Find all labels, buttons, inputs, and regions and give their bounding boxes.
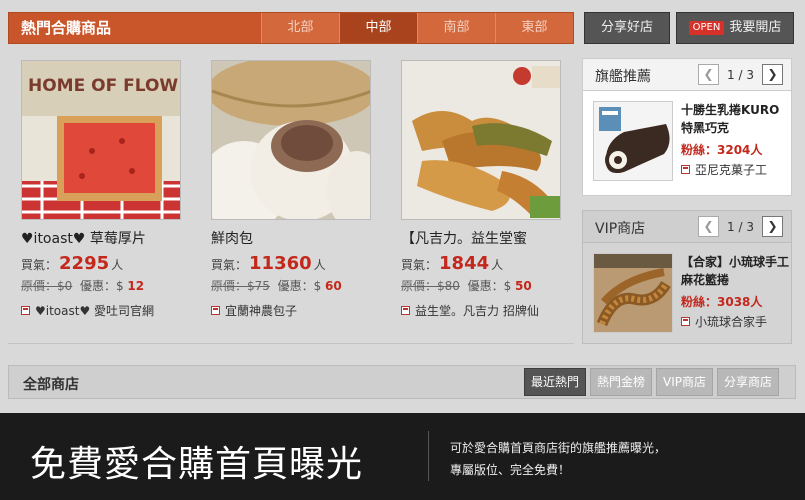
featured-panel-header: 旗艦推薦 ❮ 1 / 3 ❯ — [583, 59, 791, 91]
chevron-left-icon[interactable]: ❮ — [698, 216, 720, 237]
promo-banner[interactable]: 免費愛合購首頁曝光 可於愛合購首頁商店街的旗艦推薦曝光， 專屬版位、完全免費！ — [0, 413, 805, 500]
product-image-dessert[interactable] — [401, 60, 561, 220]
popularity-value: 1844 — [439, 253, 490, 274]
store-name: 宜蘭神農包子 — [225, 304, 298, 318]
orig-price: $0 — [57, 279, 73, 293]
discount-label: 優惠：$ — [277, 279, 322, 293]
discount-label: 優惠：$ — [467, 279, 512, 293]
vip-panel: VIP商店 ❮ 1 / 3 ❯ 【合家】小琉球手工麻花籃捲 粉絲：3038人 小… — [582, 210, 792, 344]
open-store-label: 我要開店 — [729, 20, 782, 35]
orig-price-label: 原價： — [21, 279, 58, 293]
featured-store-name: 亞尼克菓子工 — [695, 163, 768, 177]
vip-item-image[interactable] — [593, 253, 673, 333]
hot-products-bar: 熱門合購商品 北部 中部 南部 東部 — [8, 12, 574, 44]
product-card[interactable]: 【凡吉力。益生堂蜜 買氣： 1844 人 原價：$80 優惠：$ 50 益生堂。凡吉… — [401, 60, 574, 319]
promo-line-1: 可於愛合購首頁商店街的旗艦推薦曝光， — [450, 441, 667, 455]
product-price-row: 原價：$0 優惠：$ 12 — [21, 277, 196, 294]
vip-store[interactable]: 小琉球合家手 — [681, 313, 789, 331]
chevron-right-icon[interactable]: ❯ — [762, 216, 783, 237]
popularity-label: 買氣： — [211, 258, 248, 272]
open-store-button[interactable]: OPEN 我要開店 — [676, 12, 794, 44]
vip-pager: ❮ 1 / 3 ❯ — [698, 216, 783, 237]
all-stores-bar: 全部商店 最近熱門 熱門金榜 VIP商店 分享商店 — [8, 365, 796, 399]
store-icon — [401, 306, 410, 315]
vip-store-name: 小琉球合家手 — [695, 315, 768, 329]
product-card[interactable]: HOME OF FLOW ♥itoast♥ 草莓厚片 買氣： 2295 人 原價：$… — [21, 60, 196, 319]
product-popularity: 買氣： 1844 人 — [401, 253, 574, 274]
tab-region-north[interactable]: 北部 — [261, 13, 339, 43]
orig-price-label: 原價： — [211, 279, 248, 293]
discount-label: 優惠：$ — [79, 279, 124, 293]
tab-hot-ranking[interactable]: 熱門金榜 — [589, 368, 652, 396]
popularity-label: 買氣： — [21, 258, 58, 272]
store-icon — [211, 306, 220, 315]
product-popularity: 買氣： 2295 人 — [21, 253, 196, 274]
product-name[interactable]: 【凡吉力。益生堂蜜 — [401, 228, 574, 248]
region-tabs: 北部 中部 南部 東部 — [261, 13, 573, 43]
product-popularity: 買氣： 11360 人 — [211, 253, 386, 274]
svg-text:HOME OF FLOW: HOME OF FLOW — [28, 76, 178, 96]
store-icon — [21, 306, 30, 315]
featured-panel: 旗艦推薦 ❮ 1 / 3 ❯ 十勝生乳捲KURO特黑巧克 粉絲：3204人 亞尼… — [582, 58, 792, 196]
store-icon — [681, 165, 690, 174]
featured-item[interactable]: 十勝生乳捲KURO特黑巧克 粉絲：3204人 亞尼克菓子工 — [583, 91, 791, 193]
share-store-button[interactable]: 分享好店 — [584, 12, 670, 44]
product-name[interactable]: 鮮肉包 — [211, 228, 386, 248]
popularity-unit: 人 — [111, 258, 124, 272]
tab-region-east[interactable]: 東部 — [495, 13, 573, 43]
discount-price: 12 — [127, 279, 145, 293]
all-stores-title: 全部商店 — [23, 377, 79, 393]
popularity-unit: 人 — [491, 258, 504, 272]
featured-item-name[interactable]: 十勝生乳捲KURO特黑巧克 — [681, 101, 789, 137]
popularity-label: 買氣： — [401, 258, 438, 272]
product-name[interactable]: ♥itoast♥ 草莓厚片 — [21, 228, 196, 248]
tab-region-south[interactable]: 南部 — [417, 13, 495, 43]
product-image-toast[interactable]: HOME OF FLOW — [21, 60, 181, 220]
hot-products-title: 熱門合購商品 — [21, 19, 112, 37]
tab-vip-stores[interactable]: VIP商店 — [655, 368, 713, 396]
popularity-value: 2295 — [59, 253, 110, 274]
vip-title: VIP商店 — [595, 221, 646, 237]
featured-store[interactable]: 亞尼克菓子工 — [681, 161, 789, 179]
promo-divider — [428, 431, 429, 481]
tab-recent-hot[interactable]: 最近熱門 — [523, 368, 586, 396]
orig-price: $75 — [247, 279, 270, 293]
tab-shared-stores[interactable]: 分享商店 — [716, 368, 779, 396]
orig-price-label: 原價： — [401, 279, 438, 293]
vip-item-name[interactable]: 【合家】小琉球手工麻花籃捲 — [681, 253, 789, 289]
product-card[interactable]: 鮮肉包 買氣： 11360 人 原價：$75 優惠：$ 60 宜蘭神農包子 — [211, 60, 386, 319]
featured-fans: 粉絲：3204人 — [681, 143, 763, 157]
vip-page-indicator: 1 / 3 — [727, 219, 754, 234]
vip-item[interactable]: 【合家】小琉球手工麻花籃捲 粉絲：3038人 小琉球合家手 — [583, 243, 791, 345]
featured-pager: ❮ 1 / 3 ❯ — [698, 64, 783, 85]
popularity-value: 11360 — [249, 253, 312, 274]
product-store[interactable]: 益生堂。凡吉力 招牌仙 — [401, 302, 574, 319]
discount-price: 60 — [325, 279, 342, 293]
product-price-row: 原價：$80 優惠：$ 50 — [401, 277, 574, 294]
open-badge: OPEN — [688, 20, 725, 35]
product-store[interactable]: ♥itoast♥ 愛吐司官網 — [21, 302, 196, 319]
store-icon — [681, 317, 690, 326]
featured-item-image[interactable] — [593, 101, 673, 181]
product-price-row: 原價：$75 優惠：$ 60 — [211, 277, 386, 294]
chevron-right-icon[interactable]: ❯ — [762, 64, 783, 85]
all-stores-tabs: 最近熱門 熱門金榜 VIP商店 分享商店 — [520, 368, 779, 396]
store-name: 益生堂。凡吉力 招牌仙 — [415, 304, 539, 318]
featured-title: 旗艦推薦 — [595, 69, 651, 85]
promo-headline: 免費愛合購首頁曝光 — [30, 444, 364, 485]
vip-fans: 粉絲：3038人 — [681, 295, 763, 309]
chevron-left-icon[interactable]: ❮ — [698, 64, 720, 85]
orig-price: $80 — [437, 279, 460, 293]
store-name: ♥itoast♥ 愛吐司官網 — [35, 304, 155, 318]
promo-line-2: 專屬版位、完全免費！ — [450, 463, 571, 477]
hot-products-grid: HOME OF FLOW ♥itoast♥ 草莓厚片 買氣： 2295 人 原價：$… — [8, 52, 574, 344]
promo-description: 可於愛合購首頁商店街的旗艦推薦曝光， 專屬版位、完全免費！ — [450, 437, 666, 481]
discount-price: 50 — [515, 279, 532, 293]
product-image-bun[interactable] — [211, 60, 371, 220]
product-store[interactable]: 宜蘭神農包子 — [211, 302, 386, 319]
featured-page-indicator: 1 / 3 — [727, 67, 754, 82]
tab-region-central[interactable]: 中部 — [339, 13, 417, 43]
popularity-unit: 人 — [313, 258, 326, 272]
vip-panel-header: VIP商店 ❮ 1 / 3 ❯ — [583, 211, 791, 243]
